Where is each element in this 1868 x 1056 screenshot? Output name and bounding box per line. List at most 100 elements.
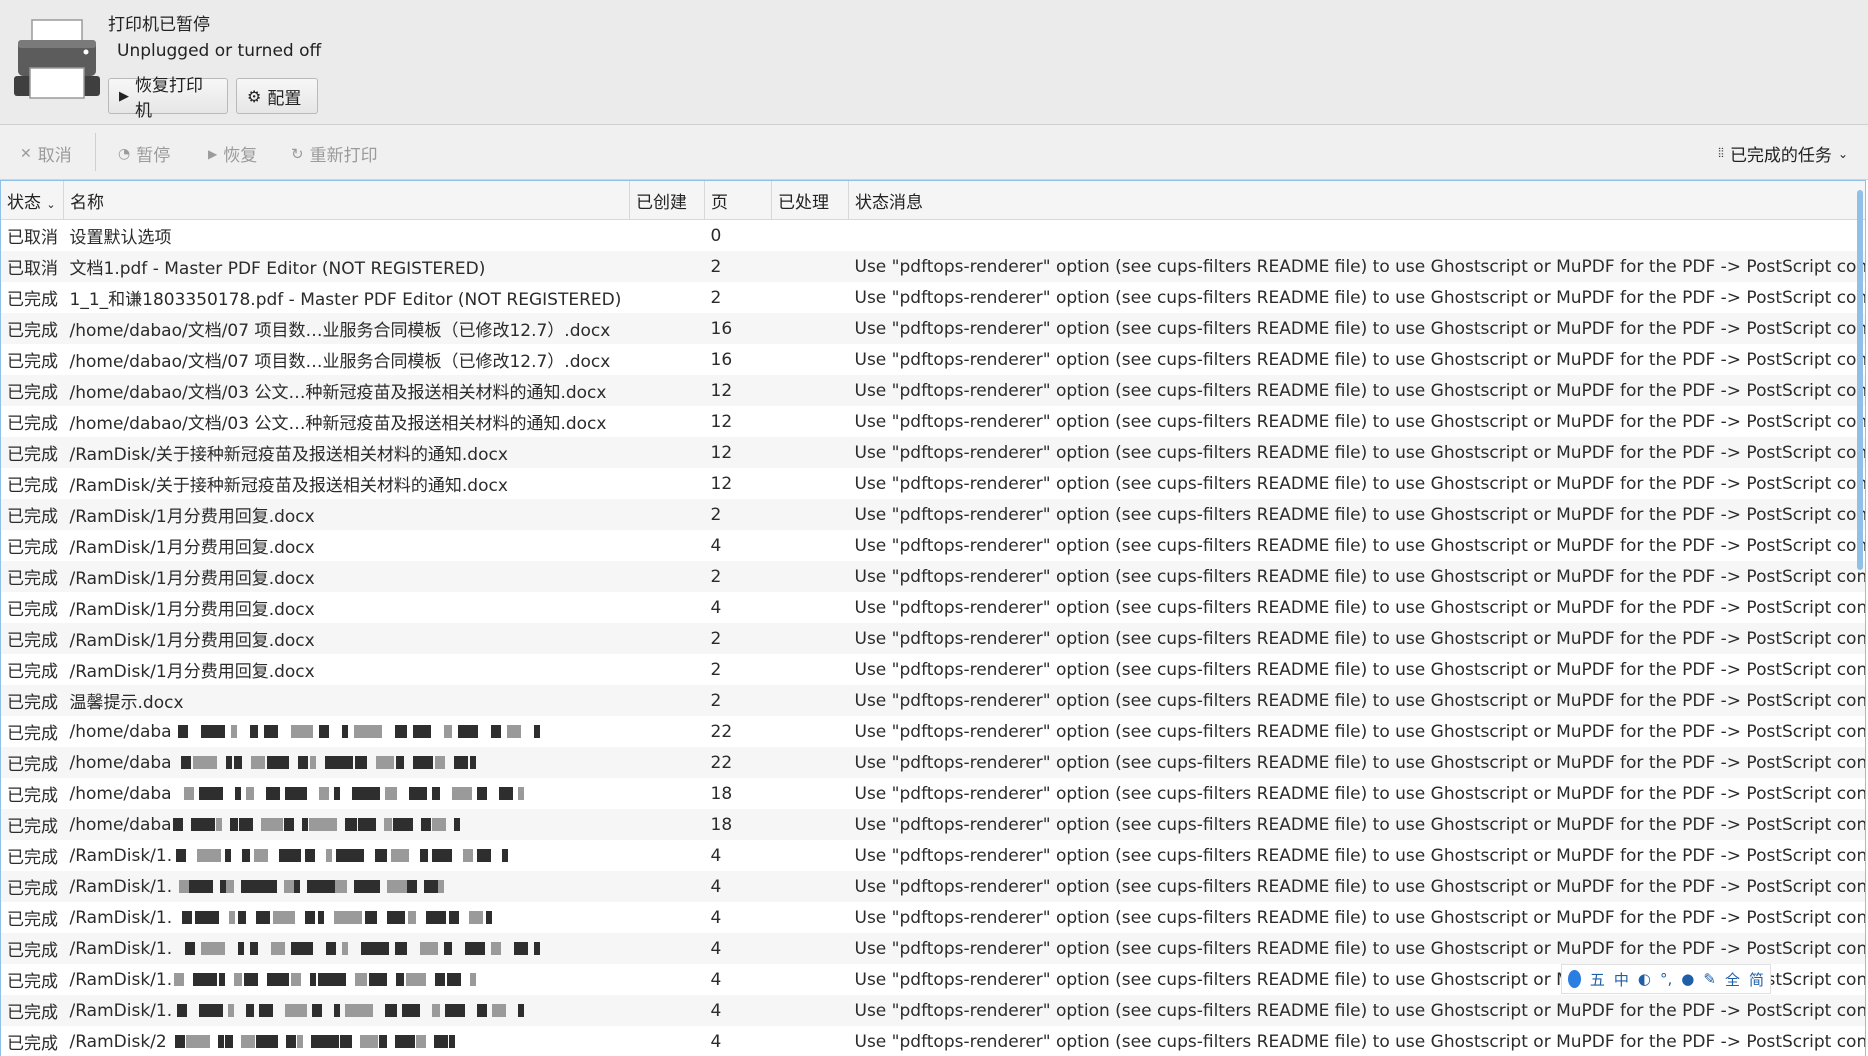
redacted-block xyxy=(453,818,460,831)
redacted-block xyxy=(469,756,476,769)
completed-jobs-filter[interactable]: ⦙⦙ 已完成的任务 ⌄ xyxy=(1718,141,1848,166)
job-name-cell: /home/dabao/文档/07 项目数…业服务合同模板（已修改12.7）.d… xyxy=(63,313,630,344)
column-header-message[interactable]: 状态消息 xyxy=(848,181,1865,220)
pen-icon[interactable]: ✎ xyxy=(1703,970,1716,988)
moon-icon[interactable]: ◐ xyxy=(1638,970,1651,988)
job-message-text: Use "pdftops-renderer" option (see cups-… xyxy=(854,442,1866,463)
column-header-processed[interactable]: 已处理 xyxy=(771,181,849,220)
job-state-cell: 已完成 xyxy=(1,654,64,685)
table-row[interactable]: 已完成/RamDisk/1. 4 Use "pdftops-renderer" op… xyxy=(1,871,1865,902)
redacted-block xyxy=(285,1004,308,1017)
table-row[interactable]: 已完成/home/dabao/文档/07 项目数…业服务合同模板（已修改12.7… xyxy=(1,344,1865,375)
punctuation-icon[interactable]: °, xyxy=(1660,970,1672,988)
job-created-cell xyxy=(629,685,705,716)
job-pages-cell: 2 xyxy=(705,282,772,313)
cancel-button[interactable]: ✕ 取消 xyxy=(20,141,72,167)
column-header-name[interactable]: 名称 xyxy=(63,181,630,220)
table-row[interactable]: 已完成/RamDisk/1. 4 Use "pdftops-renderer" op… xyxy=(1,995,1865,1026)
table-row[interactable]: 已完成/RamDisk/1月分费用回复.docx 4 Use "pdftops-re… xyxy=(1,530,1866,561)
redacted-block xyxy=(449,911,460,924)
printer-status-header: 打印机已暂停 Unplugged or turned off ▶ 恢复打印机 ⚙… xyxy=(0,0,1868,125)
ime-char[interactable]: 全 xyxy=(1725,969,1740,990)
job-name-text: /RamDisk/1. xyxy=(69,969,173,990)
table-row[interactable]: 已完成/RamDisk/1. 4 Use "pdftops-renderer" op… xyxy=(1,902,1865,933)
resume-label: 恢复 xyxy=(223,146,258,166)
table-row[interactable]: 已完成/home/daba 18 Use "pdftops-renderer" op… xyxy=(1,809,1865,840)
table-row[interactable]: 已完成/RamDisk/关于接种新冠疫苗及报送相关材料的通知.docx 12 Use… xyxy=(1,468,1865,499)
table-row[interactable]: 已完成/RamDisk/2 4 Use "pdftops-renderer" opt… xyxy=(1,1026,1865,1056)
job-created-cell xyxy=(630,530,705,561)
column-header-created[interactable]: 已创建 xyxy=(629,181,705,220)
redacted-block xyxy=(219,973,226,986)
vertical-scrollbar[interactable] xyxy=(1857,190,1863,570)
job-name-cell: /home/daba xyxy=(64,716,630,747)
table-row[interactable]: 已取消 设置默认选项 0 xyxy=(1,220,1865,252)
table-row[interactable]: 已完成/home/dabao/文档/03 公文…种新冠疫苗及报送相关材料的通知.… xyxy=(1,406,1865,437)
redacted-block xyxy=(486,911,493,924)
table-row[interactable]: 已完成/RamDisk/1. 4 Use "pdftops-renderer" op… xyxy=(1,840,1865,871)
table-row[interactable]: 已完成/home/dabao/文档/03 公文…种新冠疫苗及报送相关材料的通知.… xyxy=(1,375,1865,406)
redacted-block xyxy=(177,725,188,738)
table-row[interactable]: 已完成 1_1_和谦1803350178.pdf - Master PDF Edi… xyxy=(1,282,1866,313)
job-processed-cell xyxy=(771,437,849,468)
job-name-cell: 设置默认选项 xyxy=(64,220,630,252)
table-row[interactable]: 已完成/RamDisk/1月分费用回复.docx 2 Use "pdftops-re… xyxy=(1,654,1865,685)
microphone-icon[interactable]: ● xyxy=(1681,970,1694,988)
table-row[interactable]: 已完成/home/daba 22 Use "pdftops-renderer" op… xyxy=(1,747,1865,778)
job-state-cell: 已取消 xyxy=(1,251,64,282)
job-name-text: /RamDisk/1月分费用回复.docx xyxy=(69,569,315,589)
job-processed-cell xyxy=(772,530,849,561)
table-row[interactable]: 已完成/RamDisk/1月分费用回复.docx 2 Use "pdftops-re… xyxy=(1,623,1865,654)
resume-button[interactable]: ▶ 恢复 xyxy=(208,141,257,166)
job-name-text: /RamDisk/1. xyxy=(69,938,173,959)
table-row[interactable]: 已取消 文档1.pdf - Master PDF Editor (NOT REGI… xyxy=(1,251,1865,282)
table-row[interactable]: 已完成/RamDisk/1月分费用回复.docx 2 Use "pdftops-re… xyxy=(1,499,1865,530)
job-created-cell xyxy=(630,654,705,685)
job-name-cell: /RamDisk/1月分费用回复.docx xyxy=(63,499,630,530)
redacted-block xyxy=(387,880,408,893)
job-pages-cell: 12 xyxy=(705,468,772,499)
job-state-text: 已取消 xyxy=(7,259,58,279)
redacted-block xyxy=(174,1035,185,1048)
job-state-cell: 已完成 xyxy=(1,499,64,530)
resume-printer-button[interactable]: ▶ 恢复打印机 xyxy=(108,76,228,121)
table-row[interactable]: 已完成/RamDisk/关于接种新冠疫苗及报送相关材料的通知.docx 12 Use… xyxy=(1,437,1866,468)
redacted-block xyxy=(284,787,307,800)
job-created-cell xyxy=(630,840,705,871)
configure-button[interactable]: ⚙ 配置 xyxy=(236,78,318,114)
ime-char[interactable]: 中 xyxy=(1614,969,1629,990)
redacted-block xyxy=(271,942,286,955)
job-processed-cell xyxy=(771,313,849,344)
job-state-cell: 已完成 xyxy=(1,437,64,468)
job-message-text: Use "pdftops-renderer" option (see cups-… xyxy=(854,287,1866,308)
redacted-block xyxy=(457,725,478,738)
pause-button[interactable]: ◔ 暂停 xyxy=(118,141,170,167)
redacted-block xyxy=(407,880,418,893)
column-header-state[interactable]: 状态 ⌄ xyxy=(1,181,64,220)
redacted-block xyxy=(255,880,278,893)
column-header-pages[interactable]: 页 xyxy=(704,181,772,220)
redacted-block xyxy=(383,818,392,831)
table-row[interactable]: 已完成/RamDisk/1. 4 Use "pdftops-renderer" op… xyxy=(1,933,1865,964)
jobs-table: 状态 ⌄ 名称 已创建 页 已处理 状态消息 已取消 设置默认选项 0 已取消 文档1.… xyxy=(1,181,1866,1056)
job-message-cell: Use "pdftops-renderer" option (see cups-… xyxy=(849,530,1866,561)
job-processed-cell xyxy=(771,809,849,840)
chevron-down-icon: ⌄ xyxy=(1837,146,1848,161)
table-row[interactable]: 已完成/RamDisk/1月分费用回复.docx 2 Use "pdftops-re… xyxy=(1,561,1865,592)
job-name-text: 设置默认选项 xyxy=(69,228,172,248)
job-state-cell: 已完成 xyxy=(1,964,64,995)
table-row[interactable]: 已完成 温馨提示.docx 2 Use "pdftops-renderer" opti… xyxy=(1,685,1865,716)
ime-char[interactable]: 简 xyxy=(1749,969,1764,990)
redacted-block xyxy=(240,1035,255,1048)
job-name-text: /RamDisk/1. xyxy=(69,907,173,928)
input-method-toolbar[interactable]: 五 中 ◐ °, ● ✎ 全 简 xyxy=(1561,964,1771,994)
table-row[interactable]: 已完成/home/dabao/文档/07 项目数…业服务合同模板（已修改12.7… xyxy=(1,313,1865,344)
reprint-button[interactable]: ↻ 重新打印 xyxy=(291,141,378,167)
job-created-cell xyxy=(630,282,705,313)
ime-char[interactable]: 五 xyxy=(1590,969,1605,990)
redacted-block xyxy=(318,911,325,924)
table-row[interactable]: 已完成/RamDisk/1月分费用回复.docx 4 Use "pdftops-re… xyxy=(1,592,1865,623)
table-row[interactable]: 已完成/home/daba 18 Use "pdftops-renderer" op… xyxy=(1,778,1865,809)
redacted-block xyxy=(229,818,238,831)
table-row[interactable]: 已完成/home/daba 22 Use "pdftops-renderer" op… xyxy=(1,716,1865,747)
